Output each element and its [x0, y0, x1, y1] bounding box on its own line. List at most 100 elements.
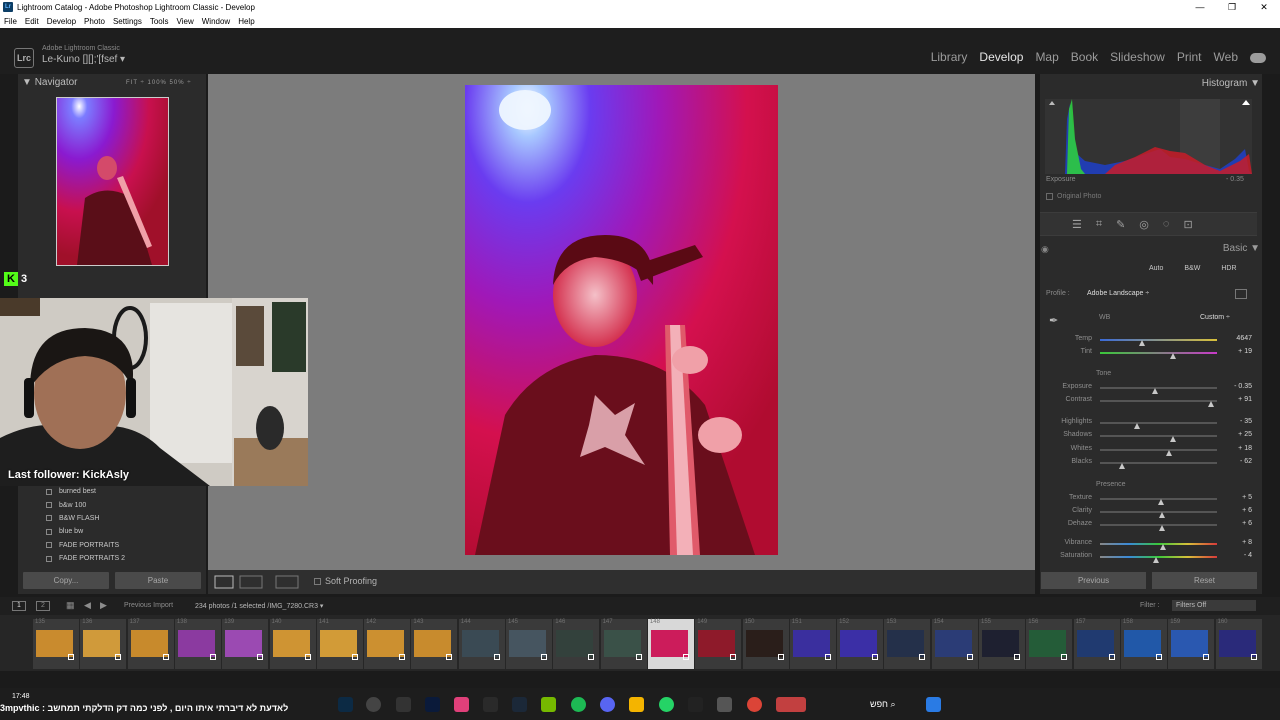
module-develop[interactable]: Develop: [979, 50, 1023, 64]
filmstrip-thumbnail[interactable]: 136: [80, 619, 127, 669]
minimize-button[interactable]: —: [1184, 0, 1216, 14]
filmstrip-thumbnail[interactable]: 150: [742, 619, 789, 669]
discord-taskbar-icon[interactable]: [600, 697, 615, 712]
slider-clarity[interactable]: Clarity + 6: [1046, 506, 1252, 518]
forward-arrow-icon[interactable]: ▶: [100, 600, 107, 611]
module-map[interactable]: Map: [1035, 50, 1058, 64]
filmstrip-thumbnail[interactable]: 159: [1168, 619, 1215, 669]
slider-track[interactable]: [1100, 556, 1217, 563]
filmstrip-thumbnail[interactable]: 146: [553, 619, 600, 669]
filmstrip-thumbnail[interactable]: 140: [269, 619, 316, 669]
slider-handle[interactable]: [1159, 525, 1165, 531]
basic-panel-header[interactable]: Basic ▼: [1223, 243, 1260, 254]
filmstrip-thumbnail[interactable]: 155: [979, 619, 1025, 669]
previous-settings-button[interactable]: Previous: [1041, 572, 1146, 589]
slider-handle[interactable]: [1119, 463, 1126, 469]
slider-handle[interactable]: [1160, 544, 1167, 550]
slider-whites[interactable]: Whites + 18: [1046, 444, 1252, 456]
terminal-taskbar-icon[interactable]: [396, 697, 411, 712]
slider-track[interactable]: [1100, 400, 1217, 407]
slider-exposure[interactable]: Exposure - 0.35: [1046, 382, 1252, 394]
slider-value[interactable]: + 91: [1226, 396, 1252, 403]
filmstrip-count[interactable]: 234 photos /1 selected /IMG_7280.CR3 ▾: [195, 602, 323, 610]
soft-proofing-checkbox[interactable]: [314, 577, 321, 585]
slider-value[interactable]: + 6: [1226, 520, 1252, 527]
slider-track[interactable]: [1100, 511, 1217, 518]
auto-button[interactable]: Auto: [1149, 265, 1163, 272]
module-book[interactable]: Book: [1071, 50, 1098, 64]
cloud-sync-icon[interactable]: [1250, 53, 1266, 63]
reset-button[interactable]: Reset: [1152, 572, 1257, 589]
lightroom-taskbar-icon[interactable]: [338, 697, 353, 712]
preset-item[interactable]: burned best: [46, 485, 196, 498]
filmstrip-thumbnail[interactable]: 151: [789, 619, 836, 669]
masking-icon[interactable]: ◌: [1163, 218, 1170, 230]
preset-item[interactable]: FADE PORTRAITS 2: [46, 552, 196, 565]
slider-temp[interactable]: Temp 4647: [1046, 334, 1252, 346]
slider-track[interactable]: [1100, 498, 1217, 505]
profile-dropdown[interactable]: Adobe Landscape ÷: [1087, 290, 1149, 297]
slider-value[interactable]: + 25: [1226, 431, 1252, 438]
edit-sliders-icon[interactable]: ☰: [1072, 218, 1082, 231]
module-web[interactable]: Web: [1214, 50, 1238, 64]
slider-track[interactable]: [1100, 339, 1217, 346]
bw-button[interactable]: B&W: [1184, 265, 1200, 272]
slider-tint[interactable]: Tint + 19: [1046, 347, 1252, 359]
slider-handle[interactable]: [1151, 388, 1158, 394]
slider-value[interactable]: - 62: [1226, 458, 1252, 465]
slider-value[interactable]: + 18: [1226, 445, 1252, 452]
slider-track[interactable]: [1100, 352, 1217, 359]
main-photo[interactable]: [465, 85, 778, 555]
slider-handle[interactable]: [1153, 557, 1160, 563]
menu-edit[interactable]: Edit: [25, 17, 39, 26]
slider-contrast[interactable]: Contrast + 91: [1046, 395, 1252, 407]
slider-handle[interactable]: [1157, 499, 1164, 505]
maximize-button[interactable]: ❐: [1216, 0, 1248, 14]
menu-tools[interactable]: Tools: [150, 17, 169, 26]
navigator-zoom-options[interactable]: FIT ÷ 100% 50% ÷: [126, 80, 192, 86]
menu-photo[interactable]: Photo: [84, 17, 105, 26]
redeye-icon[interactable]: ◎: [1139, 218, 1149, 231]
hdr-button[interactable]: HDR: [1221, 265, 1236, 272]
identity-plate[interactable]: Le-Kuno [][];'[fsef ▾: [42, 54, 125, 65]
slider-value[interactable]: - 0.35: [1226, 383, 1252, 390]
slider-track[interactable]: [1100, 543, 1217, 550]
explorer-taskbar-icon[interactable]: [629, 697, 644, 712]
slider-track[interactable]: [1100, 435, 1217, 442]
close-button[interactable]: ✕: [1248, 0, 1280, 14]
windows-start-icon[interactable]: [926, 697, 941, 712]
module-slideshow[interactable]: Slideshow: [1110, 50, 1165, 64]
paste-settings-button[interactable]: Paste: [115, 572, 201, 589]
profile-browser-icon[interactable]: [1235, 289, 1247, 299]
preset-item[interactable]: blue bw: [46, 525, 196, 538]
app-preview-taskbar-icon[interactable]: [776, 697, 806, 712]
slider-handle[interactable]: [1139, 340, 1146, 346]
filter-dropdown[interactable]: Filters Off: [1172, 600, 1256, 611]
spotify-taskbar-icon[interactable]: [571, 697, 586, 712]
slider-track[interactable]: [1100, 524, 1217, 531]
capcut-taskbar-icon[interactable]: [483, 697, 498, 712]
secondary-window-button[interactable]: 2: [36, 601, 50, 611]
preset-item[interactable]: FADE PORTRAITS: [46, 539, 196, 552]
slider-handle[interactable]: [1208, 401, 1215, 407]
original-photo-toggle[interactable]: Original Photo: [1046, 193, 1101, 200]
slider-shadows[interactable]: Shadows + 25: [1046, 430, 1252, 442]
copy-settings-button[interactable]: Copy...: [23, 572, 109, 589]
module-library[interactable]: Library: [931, 50, 968, 64]
filmstrip-thumbnail[interactable]: 153: [884, 619, 931, 669]
filmstrip-thumbnail[interactable]: 144: [458, 619, 505, 669]
filmstrip-thumbnail[interactable]: 135: [33, 619, 79, 669]
whatsapp-taskbar-icon[interactable]: [659, 697, 674, 712]
filmstrip-thumbnail[interactable]: 139: [222, 619, 269, 669]
menu-view[interactable]: View: [177, 17, 194, 26]
slider-value[interactable]: - 35: [1226, 418, 1252, 425]
slider-value[interactable]: + 5: [1226, 494, 1252, 501]
store-taskbar-icon[interactable]: [717, 697, 732, 712]
steam-taskbar-icon[interactable]: [512, 697, 527, 712]
slider-track[interactable]: [1100, 387, 1217, 394]
slider-track[interactable]: [1100, 449, 1217, 456]
wb-eyedropper-icon[interactable]: ✒: [1049, 314, 1063, 328]
filmstrip-thumbnail[interactable]: 141: [316, 619, 363, 669]
slider-handle[interactable]: [1169, 353, 1176, 359]
slider-dehaze[interactable]: Dehaze + 6: [1046, 519, 1252, 531]
